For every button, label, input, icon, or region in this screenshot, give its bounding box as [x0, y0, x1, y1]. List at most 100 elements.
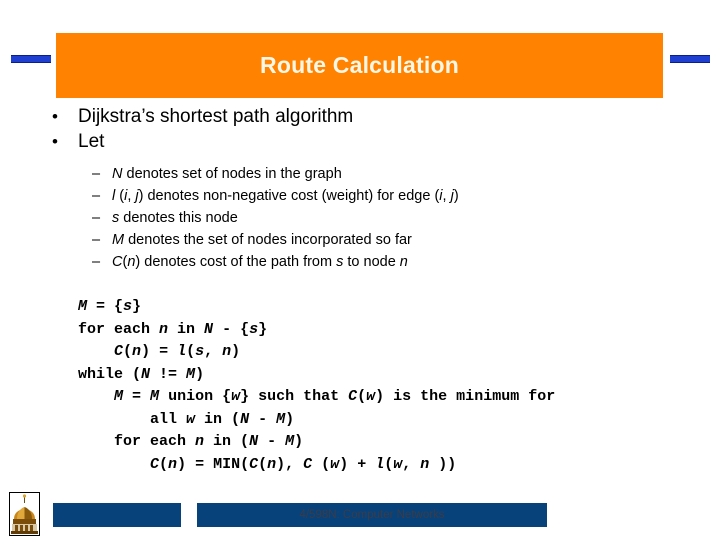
pseudocode-line: for each n in (N - M) — [0, 431, 720, 454]
pseudocode-line: all w in (N - M) — [0, 409, 720, 432]
pseudocode-line: for each n in N - {s} — [0, 319, 720, 342]
list-item-label: Let — [78, 131, 105, 152]
list-item: – C(n) denotes cost of the path from s to… — [0, 251, 720, 273]
definition-sub-bullet-list: – N denotes set of nodes in the graph – l (… — [0, 163, 720, 273]
pseudocode-line-segment: n — [159, 320, 169, 338]
pseudocode-line-segment: ( — [258, 455, 268, 473]
title-accent-bar-left — [11, 55, 51, 63]
footer-course-label: 4/598N: Computer Networks — [299, 509, 445, 521]
pseudocode-line-segment: C — [303, 455, 313, 473]
pseudocode-line-segment: N — [204, 320, 214, 338]
list-item-label: M denotes the set of nodes incorporated … — [112, 232, 412, 248]
slide-title-band: Route Calculation — [56, 33, 663, 98]
golden-dome-building-icon — [9, 492, 40, 536]
pseudocode-line-segment: - { — [213, 320, 250, 338]
pseudocode-line-segment: M — [186, 365, 196, 383]
pseudocode-line-segment: - — [249, 410, 277, 428]
pseudocode-line-segment: ( — [186, 343, 196, 360]
pseudocode-line-segment: n — [267, 455, 277, 473]
pseudocode-line-segment: in ( — [195, 410, 241, 428]
pseudocode-line-segment: l — [375, 455, 385, 473]
pseudocode-line-segment: ) + — [339, 455, 376, 473]
list-item-label-segment: denotes this node — [119, 210, 238, 226]
top-level-bullet-list: • Dijkstra’s shortest path algorithm • L… — [0, 104, 720, 154]
pseudocode-line-segment: C — [348, 388, 358, 405]
pseudocode-line-segment: s — [123, 298, 133, 315]
pseudocode-line-segment — [78, 456, 150, 473]
page-title: Route Calculation — [260, 52, 459, 78]
pseudocode-line-segment — [78, 388, 114, 405]
pseudocode-line-segment: C — [249, 455, 259, 473]
pseudocode-line-segment: ) = MIN( — [177, 455, 250, 473]
list-item-label-segment: denotes the set of nodes incorporated so… — [124, 232, 412, 248]
pseudocode-line-segment: C — [114, 343, 124, 360]
list-item-label: Dijkstra’s shortest path algorithm — [78, 106, 354, 127]
pseudocode-line-segment: n — [420, 455, 430, 473]
list-item-label-segment: denotes set of nodes in the graph — [122, 166, 342, 182]
pseudocode-line: M = M union {w} such that C(w) is the mi… — [0, 386, 720, 409]
bullet-marker-icon: • — [52, 107, 58, 126]
pseudocode-line-segment: l — [177, 343, 187, 360]
pseudocode-line-segment: ( — [384, 455, 394, 473]
list-item-label-segment: to node — [343, 254, 400, 270]
pseudocode-line-segment: ) is the minimum for — [375, 388, 556, 405]
pseudocode-line-segment: w — [366, 388, 376, 405]
list-item: – s denotes this node — [0, 207, 720, 229]
list-item-label-segment: ) denotes cost of the path from — [135, 254, 337, 270]
dash-marker-icon: – — [92, 166, 101, 182]
pseudocode-line-segment: for each — [78, 320, 160, 338]
pseudocode-block: M = {s} for each n in N - {s} C(n) = l(s,… — [0, 296, 720, 476]
pseudocode-line: while (N != M) — [0, 364, 720, 387]
bullet-marker-icon: • — [52, 132, 58, 151]
pseudocode-line-segment: union { — [159, 388, 232, 405]
pseudocode-line-segment: - — [258, 433, 286, 450]
pseudocode-line-segment: , — [402, 455, 421, 473]
pseudocode-line-segment: ( — [159, 455, 169, 473]
pseudocode-line-segment: w — [231, 388, 241, 405]
pseudocode-line-segment: )) — [429, 455, 457, 473]
pseudocode-line-segment: all — [78, 410, 187, 428]
dash-marker-icon: – — [92, 210, 101, 226]
dash-marker-icon: – — [92, 232, 101, 248]
title-accent-bar-right — [670, 55, 710, 63]
pseudocode-line-segment: ), — [276, 455, 304, 473]
list-item-label: l (i, j) denotes non-negative cost (weig… — [112, 188, 459, 204]
pseudocode-line-segment: } — [132, 298, 142, 315]
list-item: • Let — [0, 129, 720, 154]
list-item-label-segment: M — [112, 232, 125, 248]
pseudocode-line-segment: ) = — [141, 343, 178, 360]
pseudocode-line-segment: in ( — [204, 433, 250, 450]
pseudocode-line: C(n) = l(s, n) — [0, 341, 720, 364]
pseudocode-line-segment: w — [393, 455, 403, 473]
pseudocode-line-segment: while ( — [78, 365, 142, 383]
pseudocode-line-segment: M — [285, 433, 295, 450]
pseudocode-line: C(n) = MIN(C(n), C (w) + l(w, n )) — [0, 454, 720, 477]
list-item-label: C(n) denotes cost of the path from s to … — [112, 254, 408, 270]
pseudocode-line-segment: N — [249, 433, 259, 450]
footer-bar-right: 4/598N: Computer Networks — [197, 503, 547, 527]
pseudocode-line-segment: ) — [231, 343, 241, 360]
pseudocode-line-segment: w — [186, 410, 196, 428]
pseudocode-line-segment: N — [141, 365, 151, 383]
list-item: – l (i, j) denotes non-negative cost (wei… — [0, 185, 720, 207]
pseudocode-line-segment: s — [195, 343, 205, 360]
pseudocode-line-segment: ( — [357, 388, 367, 405]
pseudocode-line-segment: n — [168, 455, 178, 473]
list-item-label-segment: ( — [115, 188, 125, 204]
pseudocode-line-segment: ) — [294, 433, 304, 450]
pseudocode-line-segment: M — [150, 388, 160, 405]
list-item: – M denotes the set of nodes incorporated… — [0, 229, 720, 251]
pseudocode-line-segment: = — [123, 388, 151, 405]
pseudocode-line-segment — [78, 343, 114, 360]
pseudocode-line-segment: w — [330, 455, 340, 473]
list-item-label-segment: ) — [453, 188, 459, 204]
pseudocode-line-segment: M — [78, 298, 88, 315]
pseudocode-line-segment: ( — [312, 455, 331, 473]
pseudocode-line-segment: M — [276, 410, 286, 428]
list-item-label: s denotes this node — [112, 210, 238, 226]
dash-marker-icon: – — [92, 188, 101, 204]
pseudocode-line-segment: = { — [87, 298, 124, 315]
footer-bar-left — [53, 503, 181, 527]
pseudocode-line-segment: n — [132, 343, 142, 360]
list-item: – N denotes set of nodes in the graph — [0, 163, 720, 185]
